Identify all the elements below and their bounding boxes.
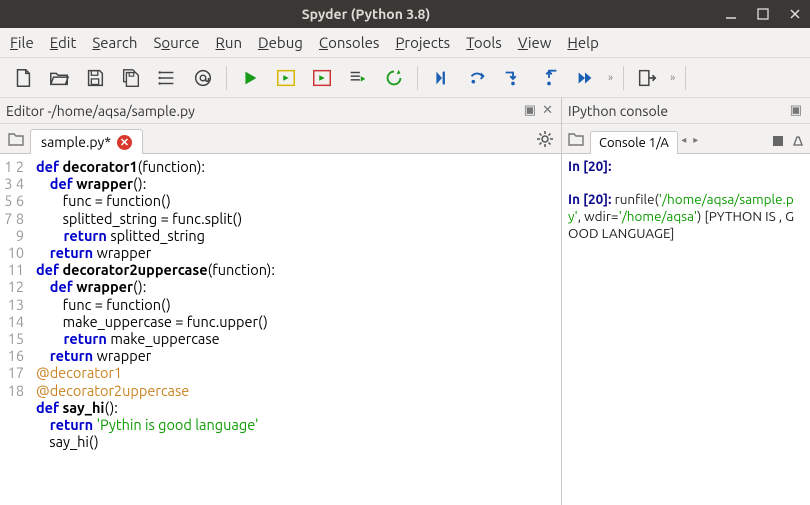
code-content[interactable]: def decorator1(function): def wrapper():… [30,154,561,505]
toolbar-more-icon[interactable]: » [606,72,615,84]
main-area: Editor - /home/aqsa/sample.py ▣ ✕ sample… [0,98,810,505]
editor-tabbar: sample.py* ✕ [0,124,561,154]
console-pane: IPython console ▣ Console 1/A ◂ ▸ In [20… [562,98,810,505]
save-all-icon[interactable] [116,63,146,93]
run-cell-advance-icon[interactable] [307,63,337,93]
menu-run[interactable]: Run [216,34,243,51]
outline-icon[interactable] [152,63,182,93]
new-file-icon[interactable] [8,63,38,93]
editor-path: /home/aqsa/sample.py [52,103,195,119]
titlebar: Spyder (Python 3.8) [0,0,810,28]
menu-search[interactable]: Search [92,34,137,51]
exit-debug-icon[interactable] [632,63,662,93]
line-gutter: 1 2 3 4 5 6 7 8 9 10 11 12 13 14 15 16 1… [0,154,30,505]
editor-title-prefix: Editor - [6,103,52,119]
open-file-icon[interactable] [44,63,74,93]
step-out-icon[interactable] [534,63,564,93]
toolbar-separator [226,66,227,90]
pane-undock-icon[interactable]: ▣ [522,103,538,118]
clear-icon[interactable] [790,133,806,149]
code-area[interactable]: 1 2 3 4 5 6 7 8 9 10 11 12 13 14 15 16 1… [0,154,561,505]
toolbar: » » [0,58,810,98]
close-button[interactable] [788,7,802,21]
toolbar-separator [623,66,624,90]
continue-icon[interactable] [570,63,600,93]
run-icon[interactable] [235,63,265,93]
menubar: File Edit Search Source Run Debug Consol… [0,28,810,58]
run-cell-icon[interactable] [271,63,301,93]
tab-scroll-left-icon[interactable]: ◂ [678,129,690,151]
menu-projects[interactable]: Projects [395,34,450,51]
minimize-button[interactable] [724,7,738,21]
save-icon[interactable] [80,63,110,93]
menu-tools[interactable]: Tools [466,34,502,51]
run-selection-icon[interactable] [343,63,373,93]
menu-view[interactable]: View [518,34,552,51]
window-title: Spyder (Python 3.8) [8,6,724,22]
menu-debug[interactable]: Debug [258,34,303,51]
window-buttons [724,7,802,21]
console-title: IPython console [568,103,668,119]
menu-file[interactable]: File [10,34,34,51]
editor-pane-header: Editor - /home/aqsa/sample.py ▣ ✕ [0,98,561,124]
console-tab-label: Console 1/A [599,136,669,150]
at-symbol-icon[interactable] [188,63,218,93]
file-browse-icon[interactable] [6,129,26,149]
toolbar-more-icon[interactable]: » [668,72,677,84]
pane-undock-icon[interactable]: ▣ [788,103,804,118]
console-tab[interactable]: Console 1/A [590,131,678,154]
editor-tab[interactable]: sample.py* ✕ [30,129,143,154]
menu-consoles[interactable]: Consoles [319,34,380,51]
tab-scroll-right-icon[interactable]: ▸ [690,129,702,151]
console-browse-icon[interactable] [566,129,586,149]
toolbar-separator [685,66,686,90]
step-over-icon[interactable] [462,63,492,93]
editor-pane: Editor - /home/aqsa/sample.py ▣ ✕ sample… [0,98,562,505]
rerun-icon[interactable] [379,63,409,93]
debug-icon[interactable] [426,63,456,93]
console-tabbar: Console 1/A ◂ ▸ [562,124,810,154]
menu-source[interactable]: Source [153,34,199,51]
tab-options-icon[interactable] [535,129,555,149]
console-pane-header: IPython console ▣ [562,98,810,124]
console-output[interactable]: In [20]: In [20]: runfile('/home/aqsa/sa… [562,154,810,505]
menu-help[interactable]: Help [567,34,598,51]
pane-close-icon[interactable]: ✕ [540,103,555,118]
tab-label: sample.py* [41,134,111,150]
maximize-button[interactable] [756,7,770,21]
stop-icon[interactable] [770,133,786,149]
toolbar-separator [417,66,418,90]
tab-close-icon[interactable]: ✕ [117,135,132,150]
menu-edit[interactable]: Edit [50,34,77,51]
step-into-icon[interactable] [498,63,528,93]
